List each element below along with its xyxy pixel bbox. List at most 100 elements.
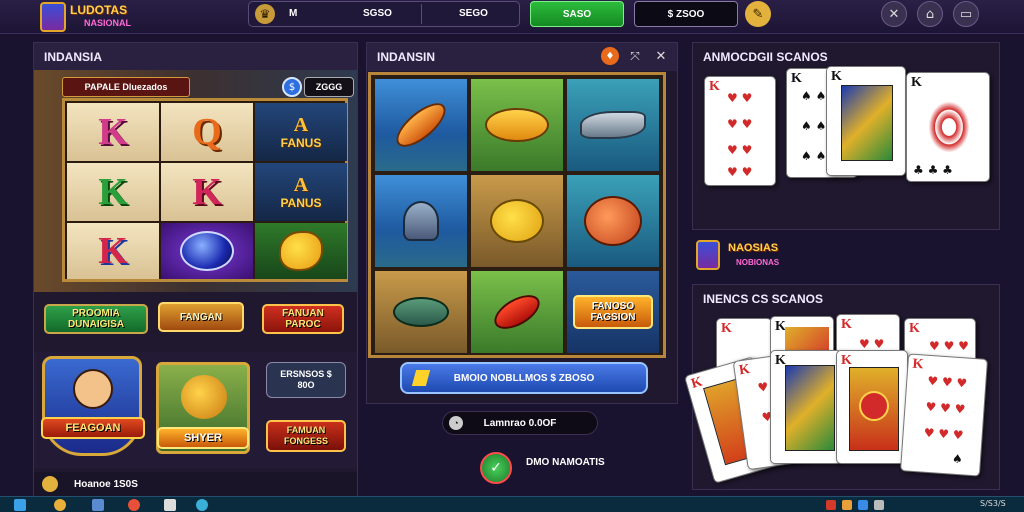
playing-card[interactable]: K ♣ ♣ ♣ (906, 72, 990, 182)
slot-reels[interactable]: K Q A FANUS K K A PANUS K (62, 98, 348, 282)
logo-subtext: NASIONAL (84, 18, 131, 28)
playing-card[interactable]: K ♥ ♥ ♥ ♥ ♥ ♥ ♥ ♥ (704, 76, 776, 186)
info-pill-text: Lamnrao 0.0OF (483, 417, 557, 429)
jackpot-bar[interactable]: BMOIO NOBLLMOS $ ZBOSO (400, 362, 648, 394)
shield-card[interactable]: FEAGOAN (41, 356, 145, 456)
left-footer-text: Hoanoe 1S0S (74, 478, 138, 490)
fish-label: FANOSO FAGSION (573, 295, 653, 329)
fish-icon (181, 375, 227, 419)
playing-card[interactable]: K (836, 350, 908, 464)
os-taskbar: S/S3/S (0, 496, 1024, 512)
fish-icon (584, 196, 642, 246)
nav-group: ♛ M SGSO SEGO (248, 1, 520, 27)
taskbar-clock: S/S3/S (980, 499, 1006, 508)
tray-icon[interactable] (858, 500, 868, 510)
fish-promo-label: SHYER (157, 427, 249, 449)
trophy-icon[interactable]: ♛ (255, 4, 275, 24)
nav-item-c[interactable]: SEGO (459, 8, 488, 19)
spade-icon: ♠ ♠ (801, 149, 827, 163)
card-rank: K (791, 71, 802, 86)
heart-icon: ♥ ♥ ♥ (926, 373, 968, 391)
playing-card[interactable]: K ♥ ♥ ♥ ♥ ♥ ♥ ♥ ♥ ♥ ♠ (899, 353, 989, 477)
reel-symbol-orb (161, 223, 253, 279)
close-icon[interactable]: ✕ (652, 47, 670, 65)
fish-icon (490, 199, 544, 243)
reel-symbol-k: K (67, 103, 159, 161)
files-icon[interactable] (164, 499, 176, 511)
expand-icon[interactable]: ⤧ (626, 47, 644, 65)
explorer-icon[interactable] (92, 499, 104, 511)
dolphin-icon (403, 201, 439, 241)
card-rank: K (841, 317, 852, 332)
info-pill[interactable]: ◔ Lamnrao 0.0OF (442, 411, 598, 435)
king-art (785, 365, 835, 451)
top-bar: LUDOTAS NASIONAL ♛ M SGSO SEGO SASO $ ZS… (0, 0, 1024, 34)
menu-icon[interactable]: ▭ (953, 1, 979, 27)
edge-icon[interactable] (196, 499, 208, 511)
tray-icon[interactable] (842, 500, 852, 510)
chrome-icon[interactable] (128, 499, 140, 511)
home-icon[interactable]: ⌂ (917, 1, 943, 27)
heart-icon: ♥ ♥ (727, 91, 753, 105)
orb-icon (180, 231, 234, 271)
deposit-button[interactable]: SASO (530, 1, 624, 27)
club-icon: ♣ ♣ ♣ (913, 163, 953, 177)
check-shield-icon: ✓ (480, 452, 512, 484)
fish-promo-card[interactable]: SHYER (156, 362, 250, 454)
heart-icon: ♥ ♥ (727, 165, 753, 179)
promo-banner-3[interactable]: FANUAN PAROC (262, 304, 344, 334)
nav-divider (421, 4, 422, 24)
promo-banner-1[interactable]: PROOMIA DUNAIGISA (44, 304, 148, 334)
left-footer: Hoanoe 1S0S (34, 472, 357, 496)
info-icon: ◔ (449, 416, 463, 430)
reel-symbol-q: Q (161, 103, 253, 161)
reel-symbol-fish (255, 223, 347, 279)
fish-icon (389, 95, 453, 155)
chili-icon (488, 288, 546, 336)
playing-card[interactable]: K (770, 350, 842, 464)
shield-label: FEAGOAN (41, 417, 145, 439)
fish-cell (471, 175, 563, 267)
site-logo[interactable]: LUDOTAS NASIONAL (40, 2, 152, 32)
balance-display: $ ZSOO (634, 1, 738, 27)
fish-cell (471, 79, 563, 171)
card-rank: K (721, 321, 732, 336)
browser-icon[interactable] (54, 499, 66, 511)
playing-card[interactable]: K (826, 66, 906, 176)
gem-icon (411, 370, 431, 386)
heart-icon: ♥ ♥ ♥ (929, 339, 969, 353)
tray-icon[interactable] (874, 500, 884, 510)
fish-icon (485, 108, 549, 142)
reel-symbol-a: A PANUS (255, 163, 347, 221)
left-panel-title: INDANSIA (34, 43, 357, 71)
slot-sub-banner: PAPALE Dluezados (62, 77, 190, 97)
promo-banner-2[interactable]: FANGAN (158, 302, 244, 332)
spade-icon: ♠ ♠ (801, 119, 827, 133)
nav-item-a[interactable]: M (289, 8, 297, 19)
reel-symbol-a: A FANUS (255, 103, 347, 161)
heart-icon: ♥ ♥ (859, 337, 885, 351)
fish-cell (567, 175, 659, 267)
coin-icon (42, 476, 58, 492)
side-info-box: ERSNSOS $ 80O (266, 362, 346, 398)
fire-icon[interactable]: ♦ (601, 47, 619, 65)
tools-icon[interactable]: ✕ (881, 1, 907, 27)
windows-start-icon[interactable] (14, 499, 26, 511)
wallet-icon[interactable]: ✎ (745, 1, 771, 27)
fish-reel-grid[interactable]: FANOSO FAGSION (368, 72, 666, 358)
fish-cell (471, 271, 563, 353)
king-art (841, 85, 893, 161)
side-banner[interactable]: FAMUAN FONGESS (266, 420, 346, 452)
heart-icon: ♥ ♥ ♥ (923, 425, 965, 443)
brand-logo-subtext: NOBIONAS (736, 258, 780, 267)
card-rank: K (689, 374, 705, 393)
right-panel-title-2: INENCS CS SCANOS (703, 292, 824, 306)
tray-icon[interactable] (826, 500, 836, 510)
reel-symbol-k: K (161, 163, 253, 221)
jackpot-text: BMOIO NOBLLMOS $ ZBOSO (453, 372, 595, 384)
shark-icon (580, 111, 646, 139)
fish-icon (279, 231, 323, 271)
nav-item-b[interactable]: SGSO (363, 8, 392, 19)
fish-cell (375, 79, 467, 171)
coin-icon: $ (282, 77, 302, 97)
